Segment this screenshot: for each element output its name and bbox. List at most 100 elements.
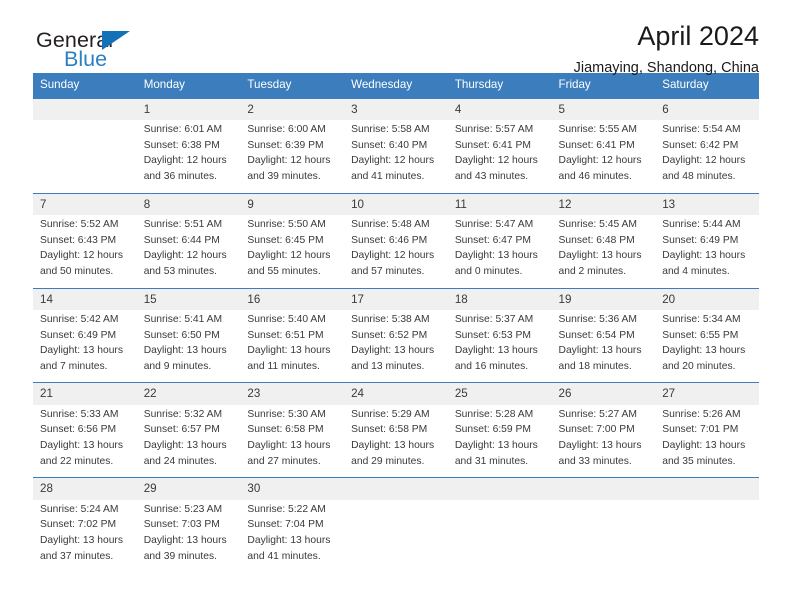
daylight-duration-line2: and 4 minutes. [662,265,730,277]
calendar-day-cell[interactable]: 5 Sunrise: 5:55 AM Sunset: 6:41 PM Daylight… [551,98,656,193]
day-number: 6 [655,98,759,121]
day-details: Sunrise: 5:36 AM Sunset: 6:54 PM Daylight:… [552,310,656,383]
day-details: Sunrise: 5:45 AM Sunset: 6:48 PM Daylight:… [552,215,656,288]
day-number: 8 [136,193,241,215]
daylight-duration-line2: and 7 minutes. [40,360,108,372]
day-details: Sunrise: 5:47 AM Sunset: 6:47 PM Daylight:… [448,215,552,288]
calendar-day-cell[interactable]: 28 Sunrise: 5:24 AM Sunset: 7:02 PM Dayligh… [33,477,137,573]
day-details: Sunrise: 5:41 AM Sunset: 6:50 PM Daylight:… [137,310,241,383]
daylight-duration-line1: Daylight: 13 hours [143,440,227,452]
daylight-duration-line1: Daylight: 13 hours [558,345,642,357]
day-details: Sunrise: 5:55 AM Sunset: 6:41 PM Daylight:… [552,120,656,193]
sunrise-time: Sunrise: 5:54 AM [662,124,741,136]
daylight-duration-line1: Daylight: 12 hours [351,155,435,167]
daylight-duration-line2: and 18 minutes. [558,360,632,372]
logo-text-blue: Blue [64,47,108,71]
calendar-day-cell[interactable]: 2 Sunrise: 6:00 AM Sunset: 6:39 PM Daylight… [240,98,345,193]
calendar-day-cell[interactable]: 19 Sunrise: 5:36 AM Sunset: 6:54 PM Dayligh… [551,287,656,383]
day-number: 20 [655,288,759,310]
day-number: 13 [655,193,759,215]
sunset-time: Sunset: 6:44 PM [143,234,220,246]
day-cell-inner: 18 Sunrise: 5:37 AM Sunset: 6:53 PM Dayligh… [447,288,552,383]
calendar-day-cell[interactable]: 14 Sunrise: 5:42 AM Sunset: 6:49 PM Dayligh… [33,287,137,383]
calendar-day-cell[interactable]: 24 Sunrise: 5:29 AM Sunset: 6:58 PM Dayligh… [344,382,448,478]
daylight-duration-line1: Daylight: 12 hours [662,155,746,167]
sunrise-time: Sunrise: 5:42 AM [40,313,119,325]
day-details: Sunrise: 5:54 AM Sunset: 6:42 PM Daylight:… [655,120,759,193]
day-number [551,478,656,500]
daylight-duration-line2: and 27 minutes. [247,455,321,467]
calendar-body: 1 Sunrise: 6:01 AM Sunset: 6:38 PM Daylight… [33,98,759,573]
day-number: 3 [344,98,448,121]
daylight-duration-line2: and 24 minutes. [143,455,217,467]
calendar-day-cell[interactable]: 10 Sunrise: 5:48 AM Sunset: 6:46 PM Dayligh… [344,192,448,289]
day-details: Sunrise: 5:34 AM Sunset: 6:55 PM Daylight:… [655,310,759,383]
calendar-day-cell[interactable]: 26 Sunrise: 5:27 AM Sunset: 7:00 PM Dayligh… [551,382,656,478]
daylight-duration-line2: and 16 minutes. [454,360,529,372]
calendar-day-cell[interactable]: 21 Sunrise: 5:33 AM Sunset: 6:56 PM Dayligh… [33,382,137,478]
sunrise-time: Sunrise: 5:38 AM [351,313,430,325]
sunrise-time: Sunrise: 5:55 AM [558,124,637,136]
sunrise-time: Sunrise: 5:34 AM [662,313,741,325]
sunrise-time: Sunrise: 5:41 AM [143,313,223,325]
calendar-day-cell[interactable]: 7 Sunrise: 5:52 AM Sunset: 6:43 PM Daylight… [33,192,137,289]
calendar-day-cell[interactable]: 12 Sunrise: 5:45 AM Sunset: 6:48 PM Dayligh… [551,192,656,289]
day-details: Sunrise: 5:58 AM Sunset: 6:40 PM Daylight:… [344,120,448,193]
day-details: Sunrise: 5:24 AM Sunset: 7:02 PM Daylight:… [33,500,137,573]
day-details: Sunrise: 6:00 AM Sunset: 6:39 PM Daylight:… [240,120,344,193]
calendar-day-cell[interactable]: 4 Sunrise: 5:57 AM Sunset: 6:41 PM Daylight… [447,98,552,193]
sunset-time: Sunset: 6:57 PM [143,424,220,436]
day-details: Sunrise: 5:51 AM Sunset: 6:44 PM Daylight:… [137,215,241,288]
calendar-day-cell[interactable]: 25 Sunrise: 5:28 AM Sunset: 6:59 PM Dayligh… [447,382,552,478]
calendar-day-cell[interactable]: 18 Sunrise: 5:37 AM Sunset: 6:53 PM Dayligh… [447,287,552,383]
sunset-time: Sunset: 6:58 PM [351,424,428,436]
day-number: 27 [655,383,759,405]
daylight-duration-line2: and 57 minutes. [351,265,425,277]
calendar-day-cell[interactable]: 27 Sunrise: 5:26 AM Sunset: 7:01 PM Dayligh… [655,382,759,478]
sunset-time: Sunset: 6:50 PM [143,329,220,341]
day-cell-inner: 27 Sunrise: 5:26 AM Sunset: 7:01 PM Dayligh… [655,383,759,477]
calendar-day-cell[interactable]: 16 Sunrise: 5:40 AM Sunset: 6:51 PM Dayligh… [240,287,345,383]
page-header: General Blue April 2024 Jiamaying, Shand… [33,0,759,76]
calendar-day-cell[interactable]: 1 Sunrise: 6:01 AM Sunset: 6:38 PM Daylight… [136,98,241,193]
daylight-duration-line2: and 9 minutes. [143,360,212,372]
sunrise-time: Sunrise: 6:01 AM [143,124,223,136]
calendar-day-cell[interactable]: 29 Sunrise: 5:23 AM Sunset: 7:03 PM Dayligh… [136,477,241,573]
calendar-day-cell[interactable]: 9 Sunrise: 5:50 AM Sunset: 6:45 PM Daylight… [240,192,345,289]
daylight-duration-line2: and 35 minutes. [662,455,736,467]
sunset-time: Sunset: 6:43 PM [40,234,117,246]
daylight-duration-line1: Daylight: 12 hours [454,155,538,167]
sunrise-time: Sunrise: 5:33 AM [40,408,119,420]
calendar-day-cell[interactable]: 6 Sunrise: 5:54 AM Sunset: 6:42 PM Daylight… [655,98,759,193]
calendar-day-cell[interactable]: 15 Sunrise: 5:41 AM Sunset: 6:50 PM Dayligh… [136,287,241,383]
day-cell-inner: 9 Sunrise: 5:50 AM Sunset: 6:45 PM Daylight… [240,193,345,288]
page-title: April 2024 [637,21,759,51]
weekday-header-row: Sunday Monday Tuesday Wednesday Thursday Frid… [33,73,759,99]
day-cell-inner [33,98,137,181]
calendar-day-cell[interactable]: 17 Sunrise: 5:38 AM Sunset: 6:52 PM Dayligh… [344,287,448,383]
calendar-day-cell[interactable]: 11 Sunrise: 5:47 AM Sunset: 6:47 PM Dayligh… [447,192,552,289]
day-number: 7 [33,193,137,215]
calendar-week-row: 28 Sunrise: 5:24 AM Sunset: 7:02 PM Dayligh… [33,477,759,573]
daylight-duration-line1: Daylight: 13 hours [662,440,746,452]
calendar-day-cell[interactable]: 13 Sunrise: 5:44 AM Sunset: 6:49 PM Dayligh… [655,192,759,289]
daylight-duration-line2: and 33 minutes. [558,455,632,467]
calendar-day-cell[interactable]: 30 Sunrise: 5:22 AM Sunset: 7:04 PM Dayligh… [240,477,345,573]
weekday-header-monday: Monday [136,73,241,99]
calendar-day-cell[interactable]: 8 Sunrise: 5:51 AM Sunset: 6:44 PM Daylight… [136,192,241,289]
daylight-duration-line2: and 36 minutes. [143,171,217,182]
calendar-day-cell[interactable]: 3 Sunrise: 5:58 AM Sunset: 6:40 PM Daylight… [344,98,448,193]
calendar-day-cell-empty [33,98,137,193]
calendar-day-cell[interactable]: 20 Sunrise: 5:34 AM Sunset: 6:55 PM Dayligh… [655,287,759,383]
daylight-duration-line2: and 31 minutes. [454,455,529,467]
day-cell-inner: 17 Sunrise: 5:38 AM Sunset: 6:52 PM Dayligh… [344,288,448,383]
day-number: 26 [551,383,656,405]
calendar-day-cell[interactable]: 23 Sunrise: 5:30 AM Sunset: 6:58 PM Dayligh… [240,382,345,478]
day-cell-inner [344,478,448,560]
day-number: 14 [33,288,137,310]
calendar-day-cell[interactable]: 22 Sunrise: 5:32 AM Sunset: 6:57 PM Dayligh… [136,382,241,478]
daylight-duration-line1: Daylight: 12 hours [143,250,227,262]
day-details: Sunrise: 5:52 AM Sunset: 6:43 PM Daylight:… [33,215,137,288]
sunset-time: Sunset: 6:45 PM [247,234,324,246]
calendar-day-cell-empty [447,477,552,573]
